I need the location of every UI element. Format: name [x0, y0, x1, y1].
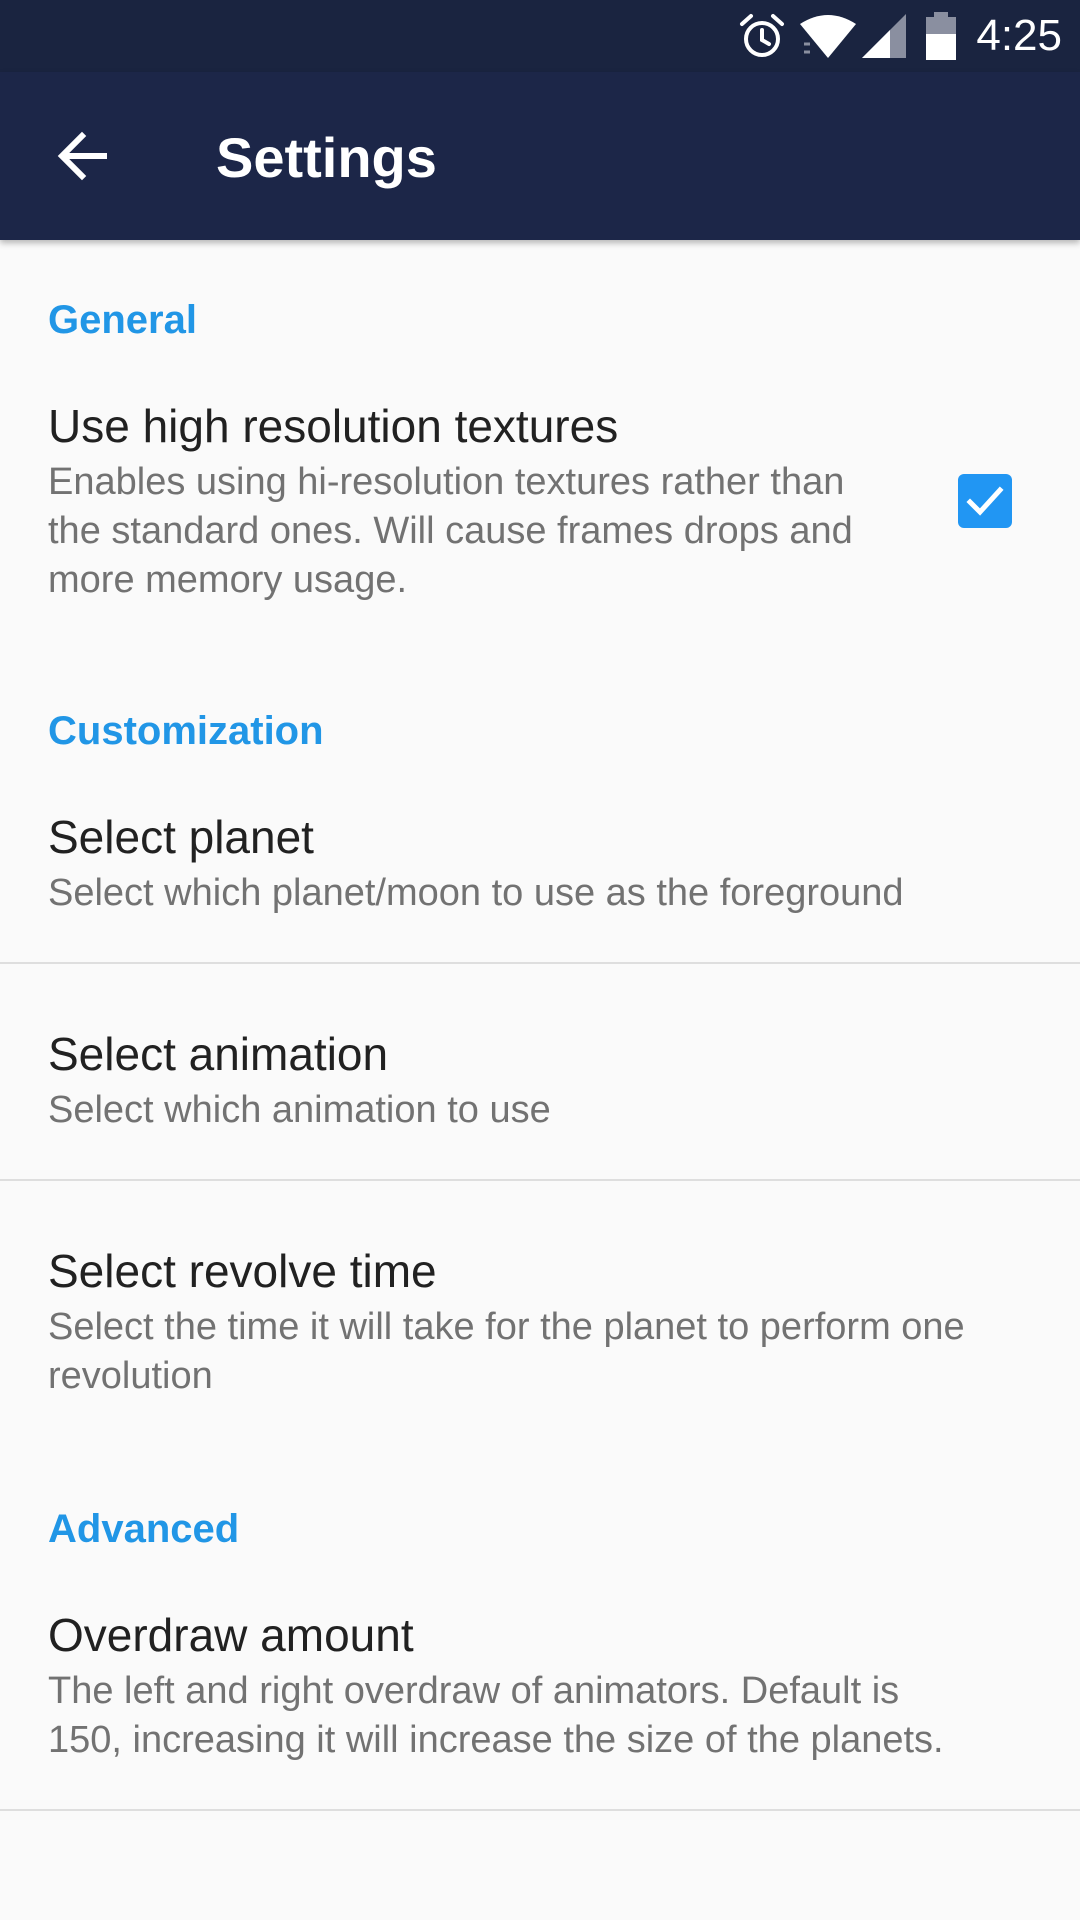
status-bar: 4:25: [0, 0, 1080, 72]
app-bar: Settings: [0, 72, 1080, 240]
pref-summary: Select the time it will take for the pla…: [48, 1306, 965, 1397]
section-header-advanced: Advanced: [48, 1507, 240, 1551]
divider: [0, 1179, 1080, 1181]
pref-title: Select animation: [48, 1028, 389, 1080]
pref-select-animation[interactable]: Select animation Select which animation …: [0, 1026, 1080, 1135]
signal-icon: [862, 14, 906, 58]
alarm-icon: [740, 14, 784, 57]
page-title: Settings: [216, 126, 437, 189]
pref-title: Overdraw amount: [48, 1609, 414, 1661]
pref-summary: Select which animation to use: [48, 1089, 551, 1131]
pref-select-revolve-time[interactable]: Select revolve time Select the time it w…: [0, 1243, 1080, 1401]
pref-summary: The left and right overdraw of animators…: [48, 1670, 944, 1761]
section-header-general: General: [48, 298, 197, 342]
arrow-back-icon: [57, 131, 107, 181]
divider: [0, 962, 1080, 964]
section-header-customization: Customization: [48, 709, 324, 753]
pref-title: Select revolve time: [48, 1245, 437, 1297]
pref-title: Use high resolution textures: [48, 400, 619, 452]
pref-select-planet[interactable]: Select planet Select which planet/moon t…: [0, 809, 1080, 918]
battery-icon: [926, 12, 956, 60]
divider: [0, 1809, 1080, 1811]
pref-summary: Select which planet/moon to use as the f…: [48, 872, 904, 914]
pref-title: Select planet: [48, 811, 314, 863]
checkmark-icon: [966, 486, 1004, 516]
wifi-icon: [800, 15, 856, 58]
settings-list: General Use high resolution textures Ena…: [0, 240, 1080, 1811]
pref-summary: Enables using hi-resolution textures rat…: [48, 461, 853, 601]
back-button[interactable]: [40, 114, 124, 198]
pref-high-res-textures[interactable]: Use high resolution textures Enables usi…: [0, 398, 1080, 605]
pref-overdraw-amount[interactable]: Overdraw amount The left and right overd…: [0, 1607, 1080, 1765]
status-time: 4:25: [976, 11, 1062, 60]
high-res-textures-checkbox[interactable]: [958, 474, 1012, 528]
